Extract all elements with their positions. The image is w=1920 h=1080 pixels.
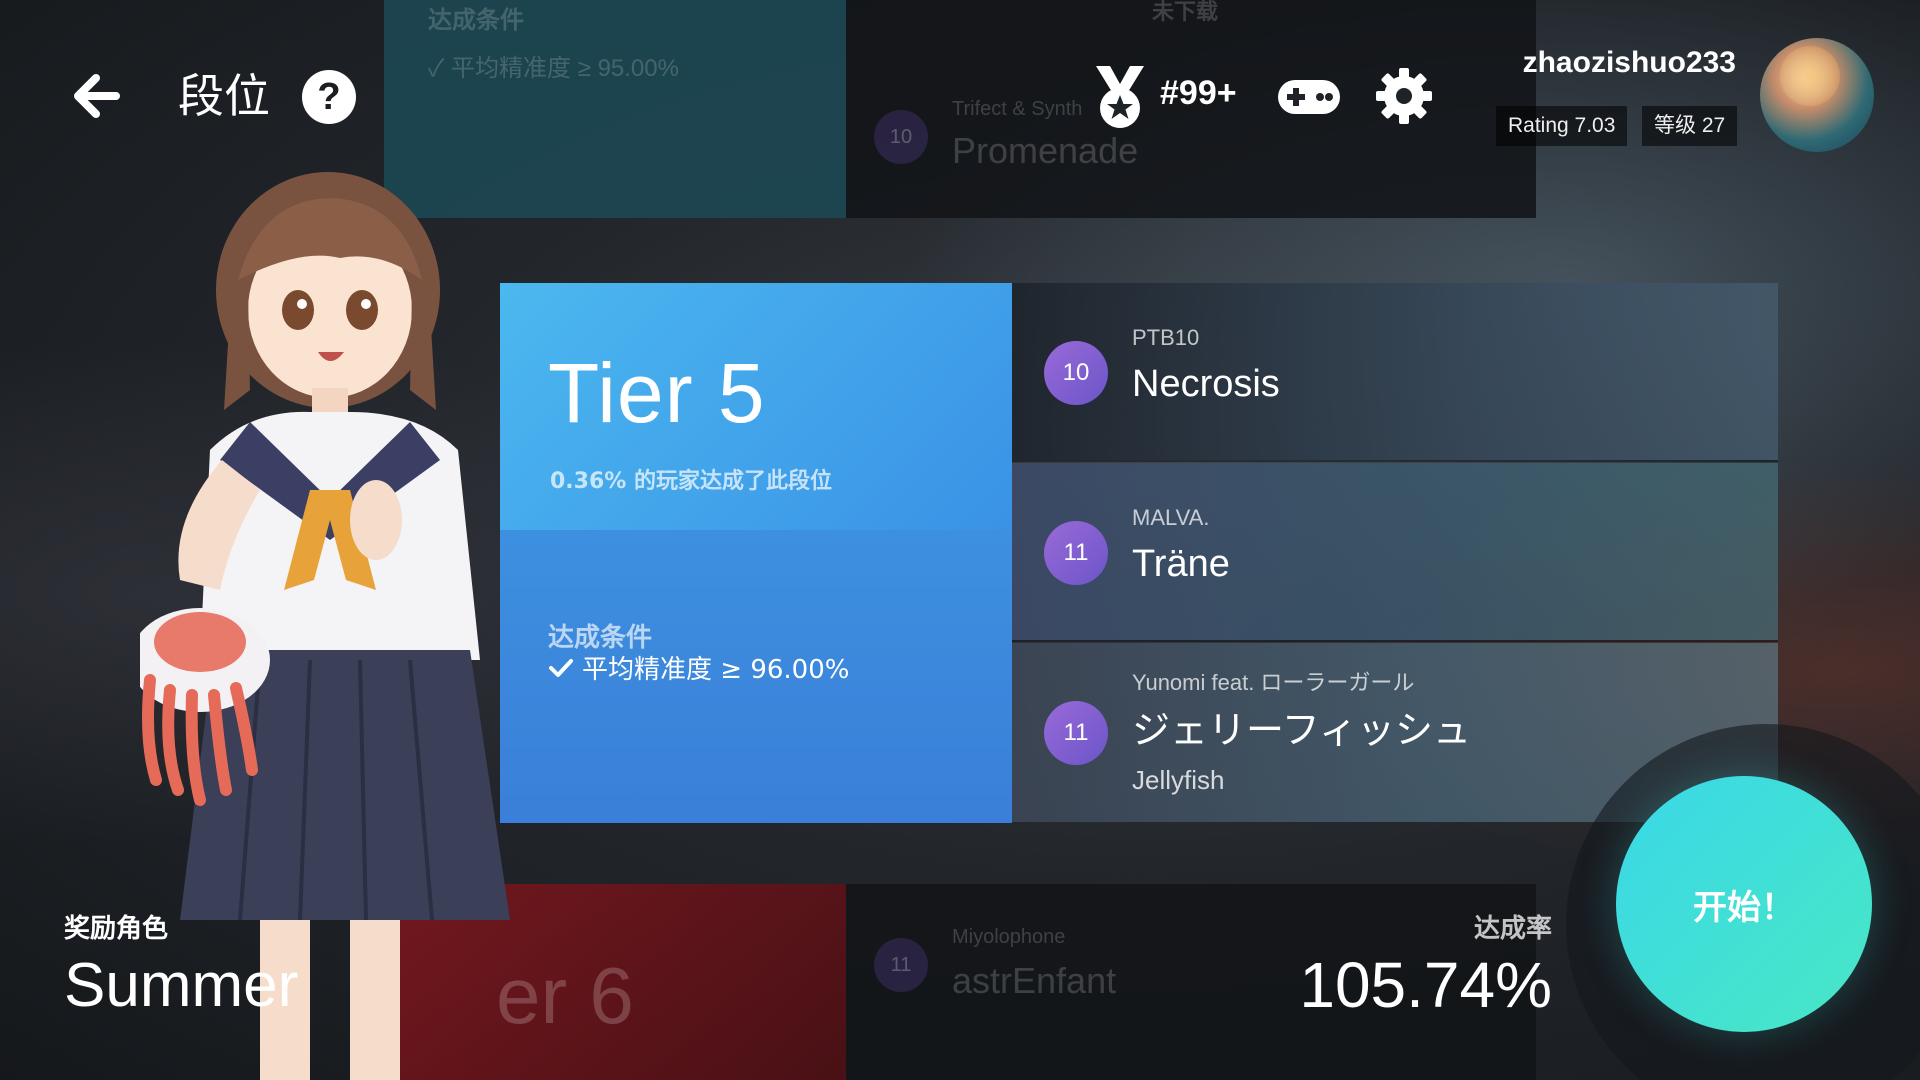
- song-row[interactable]: 10 PTB10 Necrosis: [1012, 283, 1778, 462]
- username[interactable]: zhaozishuo233: [1480, 46, 1736, 80]
- song-artist: Yunomi feat. ローラーガール: [1132, 670, 1415, 695]
- ghost-song-title: astrEnfant: [952, 960, 1117, 1001]
- ghost-song-level: 10: [874, 110, 928, 164]
- achievement-label: 达成率: [1473, 914, 1552, 944]
- condition-text: 平均精准度 ≥ 96.00%: [582, 655, 850, 685]
- gamepad-icon[interactable]: [1276, 76, 1342, 118]
- achievement-value: 105.74%: [1299, 949, 1552, 1021]
- rating-badge: Rating 7.03: [1496, 106, 1628, 146]
- page-title: 段位: [178, 69, 270, 123]
- start-button[interactable]: 开始！: [1616, 776, 1872, 1032]
- avatar[interactable]: [1760, 38, 1874, 152]
- ghost-download-status: 未下载: [1152, 0, 1219, 24]
- level-badge: 等级 27: [1642, 106, 1738, 146]
- reward-character-name: Summer: [64, 951, 299, 1020]
- ghost-song-artist: Trifect & Synth: [952, 98, 1083, 120]
- song-artist: PTB10: [1132, 325, 1200, 350]
- ghost-song-level: 11: [874, 938, 928, 992]
- ghost-condition-text: ✓ 平均精准度 ≥ 95.00%: [428, 55, 679, 82]
- character-illustration: [140, 172, 510, 1080]
- back-arrow-icon[interactable]: [66, 66, 126, 126]
- check-icon: [549, 658, 573, 677]
- reward-label: 奖励角色: [64, 914, 169, 944]
- song-row[interactable]: 11 MALVA. Träne: [1012, 463, 1778, 642]
- song-jacket-bg: [1012, 463, 1778, 640]
- ghost-song-artist: Miyolophone: [952, 926, 1066, 948]
- tier-card[interactable]: Tier 5 0.36% 的玩家达成了此段位 达成条件 平均精准度 ≥ 96.0…: [500, 283, 1012, 823]
- tier-clear-percentage: 0.36% 的玩家达成了此段位: [550, 469, 832, 494]
- tier-name: Tier 5: [548, 346, 766, 440]
- help-icon[interactable]: ?: [302, 70, 356, 124]
- global-rank: #99+: [1160, 74, 1237, 112]
- medal-icon[interactable]: [1088, 64, 1152, 130]
- ghost-condition-title: 达成条件: [428, 7, 524, 34]
- song-title: Träne: [1132, 543, 1230, 585]
- song-level-badge: 10: [1044, 341, 1108, 405]
- gear-icon[interactable]: [1374, 66, 1434, 126]
- song-level-badge: 11: [1044, 701, 1108, 765]
- song-artist: MALVA.: [1132, 505, 1210, 530]
- song-level-badge: 11: [1044, 521, 1108, 585]
- song-title: ジェリーフィッシュ: [1132, 710, 1471, 752]
- song-jacket-bg: [1012, 283, 1778, 460]
- song-subtitle: Jellyfish: [1132, 765, 1225, 795]
- ghost-song-title: Promenade: [952, 130, 1139, 171]
- song-title: Necrosis: [1132, 363, 1280, 405]
- song-list: 10 PTB10 Necrosis 11 MALVA. Träne 11 Yun…: [1012, 283, 1778, 823]
- condition-row: 平均精准度 ≥ 96.00%: [548, 649, 849, 686]
